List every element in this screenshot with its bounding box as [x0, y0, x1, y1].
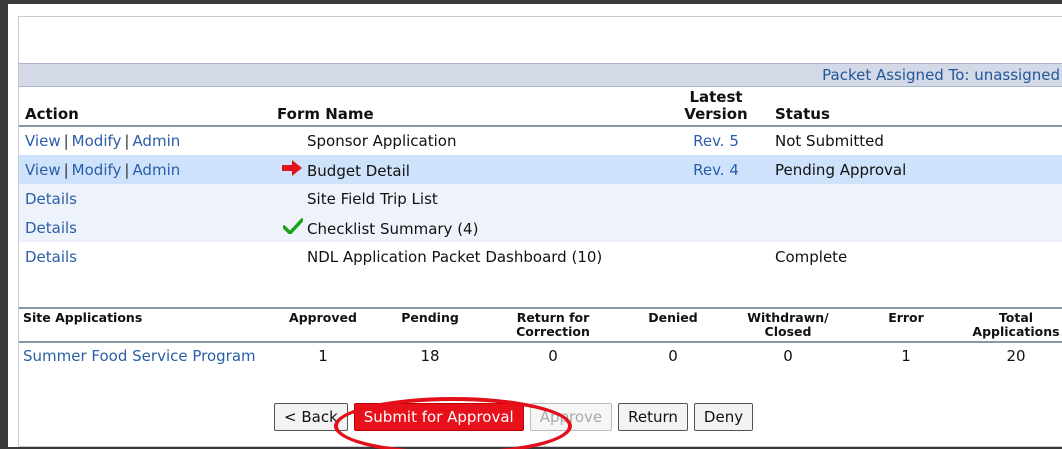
error-count: 1 — [901, 347, 911, 365]
withdrawn-count: 0 — [783, 347, 793, 365]
back-button[interactable]: < Back — [274, 403, 348, 431]
approved-count: 1 — [318, 347, 328, 365]
view-link[interactable]: View — [25, 132, 61, 150]
forms-header-row: Action Form Name Latest Version Status — [19, 87, 1062, 126]
col-withdrawn-closed: Withdrawn/ Closed — [747, 310, 829, 339]
total-count: 20 — [1006, 347, 1026, 365]
action-button-bar: < Back Submit for Approval Approve Retur… — [274, 403, 754, 431]
form-name: Site Field Trip List — [307, 189, 438, 208]
col-version-label: Version — [684, 105, 748, 123]
form-name: Sponsor Application — [307, 132, 457, 150]
assigned-label: Packet Assigned To: — [822, 66, 970, 84]
denied-count: 0 — [668, 347, 678, 365]
col-return-for-correction: Return for Correction — [516, 310, 590, 339]
site-program-link[interactable]: Summer Food Service Program — [23, 347, 256, 365]
assigned-value: unassigned — [974, 66, 1060, 84]
details-link[interactable]: Details — [25, 248, 77, 266]
admin-link[interactable]: Admin — [132, 132, 180, 150]
modify-link[interactable]: Modify — [72, 132, 122, 150]
submit-for-approval-button[interactable]: Submit for Approval — [353, 403, 524, 431]
col-latest-label: Latest — [689, 88, 743, 106]
form-status: Pending Approval — [775, 160, 907, 179]
col-denied: Denied — [648, 310, 698, 325]
return-button[interactable]: Return — [618, 403, 688, 431]
window-frame: Packet Assigned To: unassigned Action Fo… — [0, 0, 1062, 449]
col-latest-version: Latest Version — [663, 87, 769, 126]
form-status: Not Submitted — [775, 132, 884, 150]
red-arrow-icon — [277, 159, 307, 180]
details-link[interactable]: Details — [25, 219, 77, 237]
table-row: Details Checklist Summary (4) — [19, 213, 1062, 242]
details-link[interactable]: Details — [25, 190, 77, 208]
col-pending: Pending — [401, 310, 459, 325]
col-action: Action — [25, 105, 79, 123]
table-row: View | Modify | Admin Sponsor Application Re… — [19, 126, 1062, 155]
pending-count: 18 — [420, 347, 440, 365]
form-name: Checklist Summary (4) — [307, 219, 479, 238]
form-name: Budget Detail — [307, 161, 410, 180]
col-total-applications: Total Applications — [972, 310, 1060, 339]
packet-assigned-bar: Packet Assigned To: unassigned — [19, 63, 1062, 87]
col-status: Status — [775, 105, 830, 123]
table-row: Details Site Field Trip List — [19, 184, 1062, 213]
packet-panel: Packet Assigned To: unassigned Action Fo… — [18, 16, 1062, 447]
admin-link[interactable]: Admin — [132, 161, 180, 179]
table-row: Summer Food Service Program 1 18 0 0 0 1… — [19, 342, 1062, 369]
site-applications-table: Site Applications Approved Pending Retur… — [19, 307, 1062, 369]
col-approved: Approved — [289, 310, 357, 325]
form-name: NDL Application Packet Dashboard (10) — [307, 247, 603, 266]
version-link[interactable]: Rev. 5 — [693, 132, 739, 150]
col-site-applications: Site Applications — [23, 310, 143, 325]
modify-link[interactable]: Modify — [72, 161, 122, 179]
approve-button[interactable]: Approve — [529, 403, 613, 431]
col-error: Error — [888, 310, 924, 325]
return-count: 0 — [548, 347, 558, 365]
table-row: Details NDL Application Packet Dashboard… — [19, 242, 1062, 271]
table-row: View | Modify | Admin Budget Detail Rev. 4 P… — [19, 155, 1062, 184]
sites-header-row: Site Applications Approved Pending Retur… — [19, 308, 1062, 342]
forms-table: Action Form Name Latest Version Status V… — [19, 87, 1062, 271]
view-link[interactable]: View — [25, 161, 61, 179]
green-check-icon — [277, 217, 307, 238]
col-form-name: Form Name — [277, 105, 374, 123]
deny-button[interactable]: Deny — [693, 403, 754, 431]
version-link[interactable]: Rev. 4 — [693, 161, 739, 179]
form-status: Complete — [775, 247, 848, 266]
